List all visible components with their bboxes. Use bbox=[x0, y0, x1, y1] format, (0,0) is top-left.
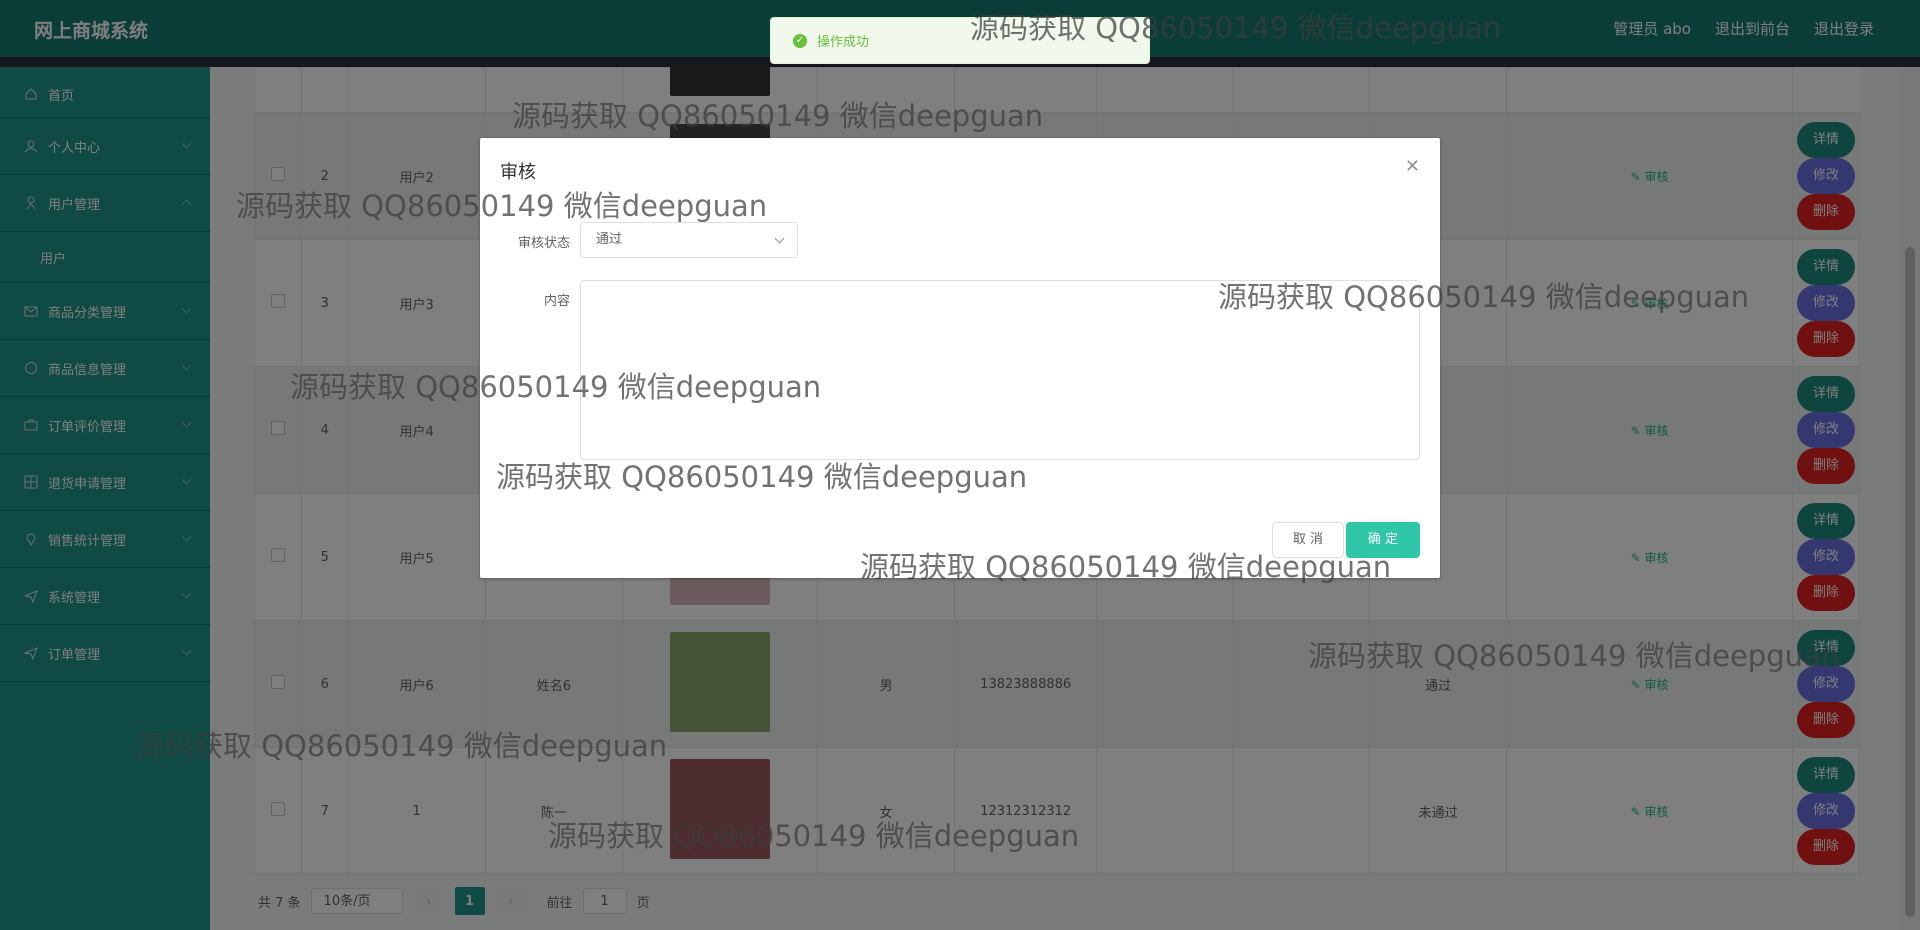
toast-message: 操作成功 bbox=[817, 35, 870, 50]
chevron-down-icon bbox=[774, 233, 785, 244]
cancel-button[interactable]: 取 消 bbox=[1272, 522, 1344, 558]
confirm-button[interactable]: 确 定 bbox=[1346, 522, 1420, 558]
content-textarea[interactable] bbox=[580, 280, 1420, 460]
close-icon[interactable]: ✕ bbox=[1405, 156, 1420, 177]
success-toast: ✓ 操作成功 bbox=[770, 17, 1150, 64]
audit-dialog: 审核 ✕ 审核状态 通过 内容 取 消 确 定 bbox=[480, 138, 1440, 578]
dialog-title: 审核 bbox=[500, 162, 536, 183]
status-label: 审核状态 bbox=[517, 236, 570, 251]
audit-status-select[interactable]: 通过 bbox=[580, 222, 798, 258]
check-circle-icon: ✓ bbox=[793, 33, 807, 48]
content-label: 内容 bbox=[543, 294, 570, 309]
